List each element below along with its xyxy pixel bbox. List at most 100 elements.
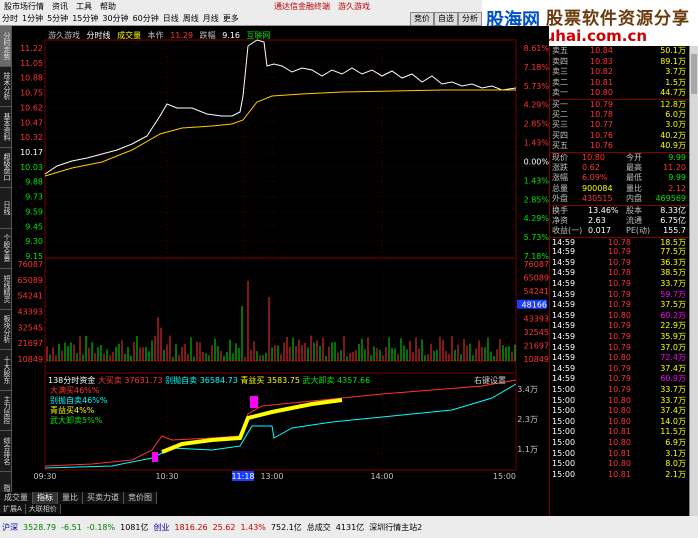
indicator-tab-0[interactable]: 成交量 bbox=[0, 492, 33, 504]
stat-row: 外盘 430515 内盘 469569 bbox=[550, 194, 698, 205]
menu-item-help[interactable]: 帮助 bbox=[96, 1, 120, 12]
tick-price: 10.79 bbox=[608, 289, 631, 299]
tick-row: 14:59 10.78 18.5万 bbox=[550, 236, 698, 248]
stat-value: 9.99 bbox=[668, 173, 686, 183]
stat2-label: 流通 bbox=[626, 215, 642, 225]
tick-price: 10.79 bbox=[608, 342, 631, 352]
extra-tab-0[interactable]: 扩展A bbox=[0, 504, 26, 514]
period-tab-day[interactable]: 日线 bbox=[161, 13, 181, 24]
tick-time: 14:59 bbox=[552, 279, 576, 289]
buy-label: 买三 bbox=[552, 120, 568, 130]
tick-price: 10.79 bbox=[608, 279, 631, 289]
indicator-tab-4[interactable]: 竞价图 bbox=[124, 492, 157, 504]
right-click-settings[interactable]: 右键设置 bbox=[474, 375, 506, 386]
left-tab-9[interactable]: 主力监控 bbox=[0, 391, 11, 431]
price-tick-label: 11.22 bbox=[20, 44, 43, 53]
indicator-tab-1[interactable]: 指标 bbox=[33, 492, 58, 504]
left-tab-5[interactable]: 个股全景 bbox=[0, 229, 11, 269]
sell-price: 10.83 bbox=[590, 56, 613, 66]
tick-time: 15:00 bbox=[552, 448, 576, 458]
chart-change-label: 跌幅 bbox=[199, 31, 216, 40]
period-tab-intraday[interactable]: 分时 bbox=[0, 13, 20, 24]
buy-volume: 6.0万 bbox=[665, 109, 686, 119]
tick-volume: 8.0万 bbox=[665, 459, 686, 469]
tick-price: 10.79 bbox=[608, 363, 631, 373]
pct-tick-label: 0.00% bbox=[524, 157, 549, 166]
indicator-tab-3[interactable]: 买卖力道 bbox=[83, 492, 124, 504]
mid-label: 青益买 bbox=[240, 376, 265, 385]
tick-time: 15:00 bbox=[552, 385, 576, 394]
sell-price: 10.82 bbox=[590, 67, 613, 77]
sell-volume: 44.7万 bbox=[660, 88, 686, 98]
period-tab-5min[interactable]: 5分钟 bbox=[45, 13, 70, 24]
tick-volume: 14.0万 bbox=[660, 416, 686, 426]
period-tab-60min[interactable]: 60分钟 bbox=[131, 13, 161, 24]
pct-tick-label: 8.61% bbox=[524, 44, 549, 53]
left-tab-2[interactable]: 基本资料 bbox=[0, 107, 11, 148]
tick-row: 14:59 10.79 37.5万 bbox=[550, 300, 698, 311]
right-toolbar: 竞价 自选 分析 bbox=[410, 12, 482, 26]
extra-tab-1[interactable]: 大联相价 bbox=[25, 504, 61, 514]
stat-value: 469569 bbox=[655, 194, 686, 204]
left-tab-8[interactable]: 十大股东 bbox=[0, 350, 11, 391]
stat2-value: 155.7 bbox=[663, 226, 686, 236]
sell-row: 卖二 10.81 1.5万 bbox=[550, 78, 698, 89]
sell-row: 卖三 10.82 3.7万 bbox=[550, 67, 698, 78]
pct-tick-label: 7.18% bbox=[524, 63, 549, 72]
tick-price: 10.80 bbox=[608, 416, 631, 426]
left-tab-0[interactable]: 分时走势 bbox=[0, 26, 11, 67]
menu-item-market[interactable]: 股市场行情 bbox=[0, 1, 48, 12]
left-tab-4[interactable]: 日线 bbox=[0, 188, 11, 229]
flow-legend-item: 青益买4%% bbox=[50, 405, 95, 415]
index2-name[interactable]: 创业 bbox=[153, 522, 169, 533]
period-tab-week[interactable]: 周线 bbox=[181, 13, 201, 24]
period-tab-15min[interactable]: 15分钟 bbox=[70, 13, 100, 24]
watchlist-button[interactable]: 自选 bbox=[434, 12, 458, 26]
tick-row: 14:59 10.79 59.7万 bbox=[550, 290, 698, 301]
period-tab-month[interactable]: 月线 bbox=[201, 13, 221, 24]
left-tab-1[interactable]: 技术分析 bbox=[0, 67, 11, 107]
buy-price: 10.76 bbox=[590, 130, 613, 140]
tick-volume: 37.5万 bbox=[660, 300, 686, 310]
scrollbar-thumb[interactable] bbox=[691, 54, 697, 94]
menu-item-news[interactable]: 资讯 bbox=[48, 1, 72, 12]
volume-tick-label: 54241 bbox=[18, 292, 43, 301]
analysis-button[interactable]: 分析 bbox=[458, 12, 482, 26]
stat2-value: 6.75亿 bbox=[660, 215, 686, 225]
quote-scrollbar[interactable] bbox=[689, 46, 698, 516]
tick-time: 15:00 bbox=[552, 437, 576, 447]
indicator-tab-2[interactable]: 量比 bbox=[58, 492, 83, 504]
flow-tick-label: 1.1万 bbox=[517, 445, 538, 454]
volume-tick-label: 10849 bbox=[18, 355, 43, 364]
tick-volume: 38.5万 bbox=[660, 268, 686, 278]
auction-button[interactable]: 竞价 bbox=[410, 12, 434, 26]
price-tick-label: 10.62 bbox=[20, 103, 43, 112]
buy-volume: 3.0万 bbox=[665, 120, 686, 130]
chart-mode: 互联网 bbox=[246, 31, 271, 40]
menu-item-tools[interactable]: 工具 bbox=[72, 1, 96, 12]
stat-row: 涨跌 0.62 最高 11.20 bbox=[550, 163, 698, 174]
sell-volume: 1.5万 bbox=[665, 77, 686, 87]
server-name[interactable]: 深圳行情主站2 bbox=[369, 522, 422, 533]
fund-flow-title: 138分时资金 bbox=[48, 376, 96, 385]
intraday-chart[interactable]: 11.22 11.05 10.88 10.75 10.62 10.47 10.32 10.17… bbox=[12, 26, 549, 490]
left-tab-7[interactable]: 板块分析 bbox=[0, 310, 11, 350]
big-sell-value: 36584.73 bbox=[199, 376, 238, 385]
left-tab-10[interactable]: 综合排名 bbox=[0, 431, 11, 472]
flow-legend-item: 别抛自卖46%% bbox=[50, 395, 108, 405]
left-tab-6[interactable]: 短线精灵 bbox=[0, 269, 11, 310]
period-tab-30min[interactable]: 30分钟 bbox=[100, 13, 130, 24]
period-tab-1min[interactable]: 1分钟 bbox=[20, 13, 45, 24]
tick-volume: 33.7万 bbox=[660, 385, 686, 394]
tick-row: 15:00 10.81 11.5万 bbox=[550, 427, 698, 438]
period-tab-more[interactable]: 更多 bbox=[221, 13, 241, 24]
total-amount: 4131亿 bbox=[335, 522, 365, 532]
tick-volume: 11.5万 bbox=[660, 427, 686, 437]
left-tab-3[interactable]: 超级盘口 bbox=[0, 148, 11, 188]
index1-name[interactable]: 沪深 bbox=[2, 522, 18, 533]
chart-canvas: 11.22 11.05 10.88 10.75 10.62 10.47 10.32 10.17… bbox=[18, 39, 549, 481]
tick-price: 10.81 bbox=[608, 448, 631, 458]
chart-period: 分时线 bbox=[86, 31, 111, 40]
pct-tick-label: 2.85% bbox=[524, 120, 549, 129]
index1-value: 3528.79 bbox=[23, 522, 57, 532]
